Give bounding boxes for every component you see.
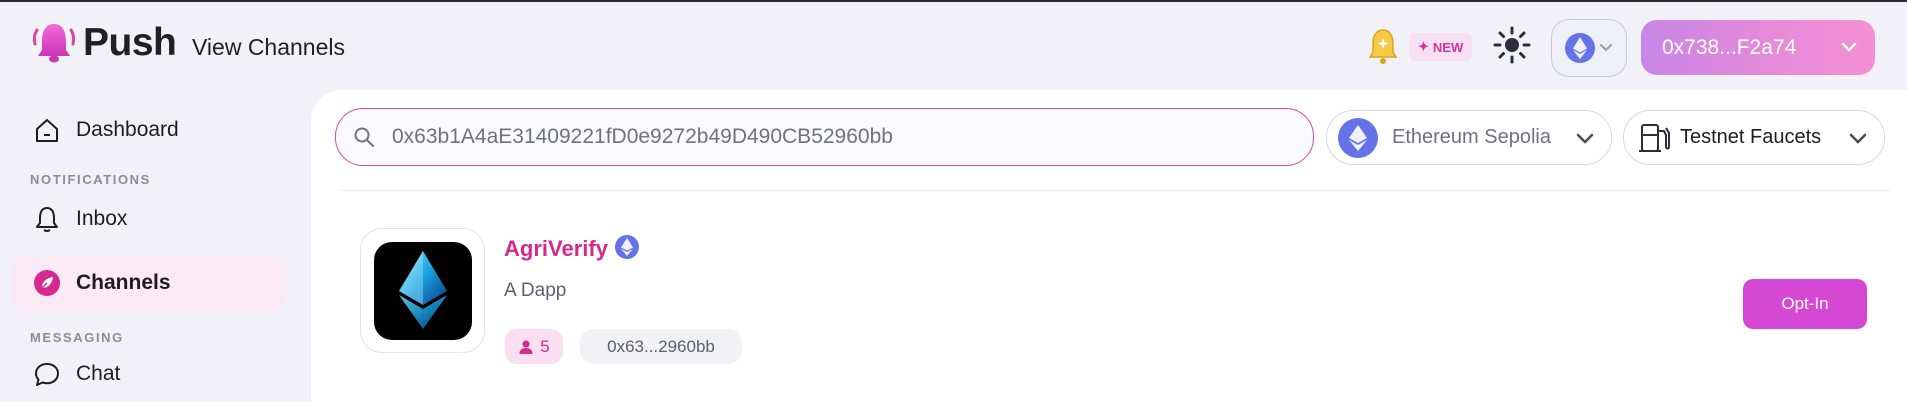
search-input[interactable]	[392, 125, 1292, 149]
chevron-down-icon	[1849, 133, 1867, 144]
search-bar[interactable]	[335, 108, 1314, 166]
search-icon	[354, 127, 374, 147]
new-badge[interactable]: ✦ NEW	[1409, 33, 1473, 61]
channels-icon	[34, 270, 60, 296]
notification-bell-icon[interactable]	[1366, 26, 1400, 66]
section-label-notifications: NOTIFICATIONS	[30, 172, 151, 187]
home-icon	[36, 119, 58, 142]
section-label-messaging: MESSAGING	[30, 330, 124, 345]
network-select[interactable]: Ethereum Sepolia	[1326, 110, 1612, 165]
wallet-button[interactable]: 0x738...F2a74	[1641, 20, 1875, 75]
sidebar-item-label: Inbox	[76, 207, 128, 230]
bell-icon	[36, 207, 58, 232]
sun-theme-icon[interactable]	[1493, 26, 1531, 64]
network-select-value: Ethereum Sepolia	[1392, 126, 1551, 148]
sidebar-item-dashboard[interactable]: Dashboard	[12, 102, 286, 158]
sidebar-item-chat[interactable]: Chat	[12, 346, 286, 402]
network-switch-button[interactable]	[1551, 19, 1627, 77]
push-bell-logo-icon	[32, 24, 76, 63]
opt-in-button[interactable]: Opt-In	[1743, 279, 1867, 329]
main-panel: Ethereum Sepolia Testnet Faucets	[311, 90, 1907, 402]
header: Push View Channels ✦ NEW 0x738...F2a74	[0, 2, 1907, 90]
page-title: View Channels	[192, 34, 346, 60]
verified-ethereum-icon	[615, 235, 639, 259]
sidebar-item-label: Channels	[76, 271, 171, 294]
chat-bubble-icon	[35, 363, 59, 386]
wallet-address: 0x738...F2a74	[1662, 35, 1797, 59]
app-name: Push	[83, 21, 177, 64]
sidebar-item-label: Dashboard	[76, 118, 179, 141]
push-logo[interactable]: Push	[27, 16, 177, 70]
chevron-down-icon	[1600, 44, 1612, 52]
sparkle-icon: ✦	[1418, 39, 1429, 54]
testnet-faucets-label: Testnet Faucets	[1680, 126, 1822, 148]
subscriber-count-badge[interactable]: 5	[505, 329, 563, 364]
channel-name[interactable]: AgriVerify	[504, 236, 608, 262]
divider	[340, 190, 1890, 191]
sidebar: Dashboard NOTIFICATIONS Inbox Channels M…	[0, 90, 300, 402]
chevron-down-icon	[1841, 42, 1857, 52]
chevron-down-icon	[1576, 133, 1594, 144]
channel-description: A Dapp	[504, 280, 567, 301]
channel-logo-image	[373, 241, 472, 340]
crystal-ethereum-icon	[398, 250, 447, 329]
user-icon	[519, 340, 533, 354]
new-badge-label: NEW	[1432, 39, 1464, 55]
fuel-pump-icon	[1639, 123, 1670, 152]
testnet-faucets-select[interactable]: Testnet Faucets	[1623, 110, 1885, 165]
channel-logo[interactable]	[360, 228, 485, 353]
sidebar-item-label: Chat	[76, 362, 121, 385]
subscriber-count: 5	[540, 336, 550, 356]
sidebar-item-channels[interactable]: Channels	[12, 255, 286, 311]
ethereum-icon	[1565, 33, 1595, 63]
sidebar-item-inbox[interactable]: Inbox	[12, 191, 286, 247]
ethereum-icon	[1338, 117, 1378, 158]
channel-address-pill[interactable]: 0x63...2960bb	[580, 329, 742, 364]
